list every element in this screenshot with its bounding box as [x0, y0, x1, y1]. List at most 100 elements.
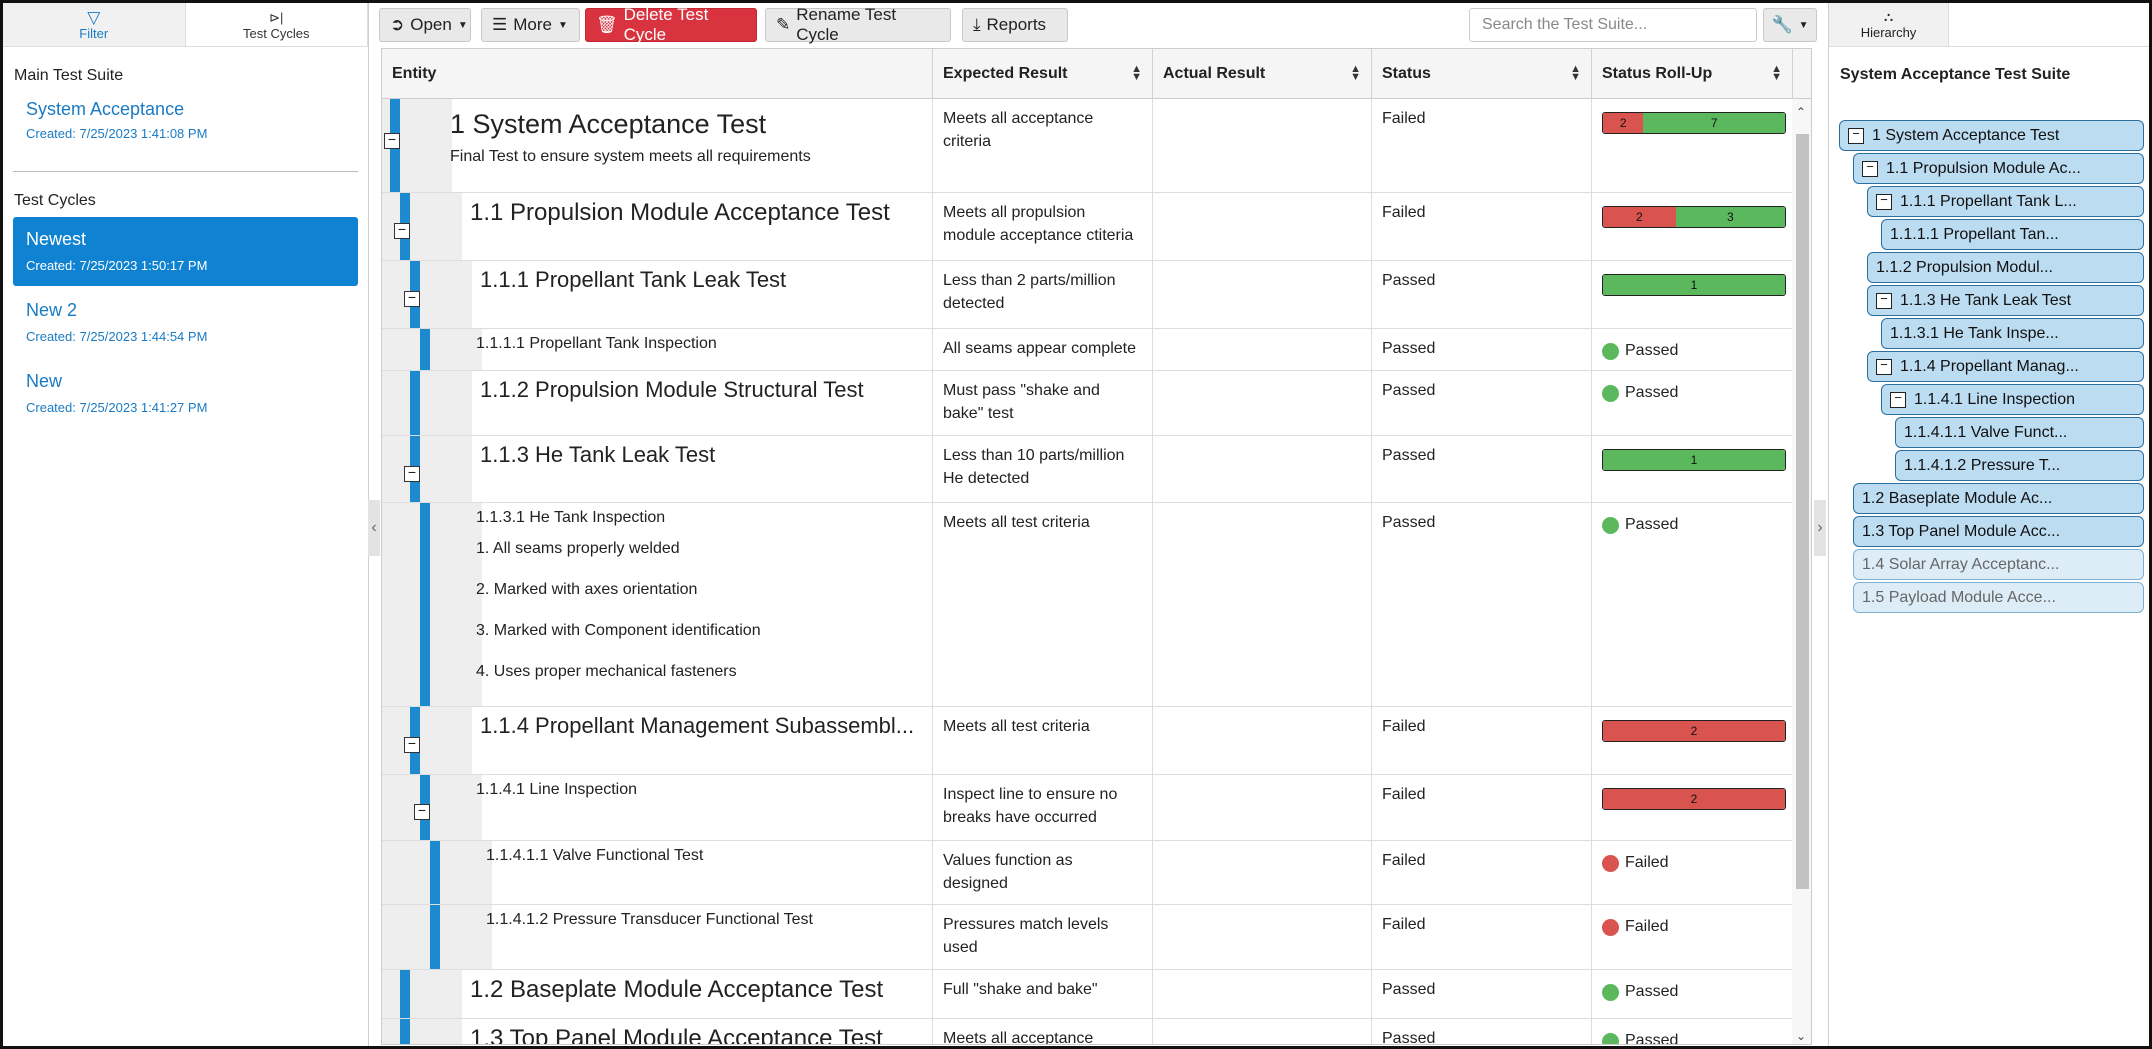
- collapse-toggle-icon[interactable]: −: [1876, 292, 1892, 309]
- table-row[interactable]: 1.1.3.1 He Tank Inspection 1. All seams p…: [382, 503, 1792, 707]
- col-status[interactable]: Status ▲ ▼: [1372, 49, 1592, 99]
- entity-name: 1.1.1 Propellant Tank Leak Test: [480, 267, 787, 292]
- tree-node[interactable]: 1.1.3.1 He Tank Inspe...: [1881, 318, 2144, 349]
- delete-test-cycle-button[interactable]: 🗑 Delete Test Cycle: [585, 5, 757, 44]
- cell-border: [1152, 503, 1153, 706]
- rollup-passed-segment: 1: [1603, 450, 1785, 470]
- tab-hierarchy[interactable]: ⛬ Hierarchy: [1829, 3, 1949, 46]
- tree-node[interactable]: 1.2 Baseplate Module Ac...: [1853, 483, 2144, 514]
- tree-node[interactable]: 1.1.1.1 Propellant Tan...: [1881, 219, 2144, 250]
- table-row[interactable]: − 1.1.4 Propellant Management Subassembl.…: [382, 707, 1792, 775]
- tree-node[interactable]: −1.1.3 He Tank Leak Test: [1867, 285, 2144, 316]
- tree-node[interactable]: −1.1 Propulsion Module Ac...: [1853, 153, 2144, 184]
- rollup-label: Passed: [1625, 1032, 1679, 1045]
- status-value[interactable]: Failed: [1382, 715, 1426, 738]
- expected-line: breaks have occurred: [943, 809, 1097, 826]
- rename-test-cycle-button[interactable]: ✎ Rename Test Cycle: [765, 5, 951, 44]
- table-row[interactable]: 1.2 Baseplate Module Acceptance Test Full…: [382, 970, 1792, 1019]
- table-row[interactable]: 1.1.1.1 Propellant Tank Inspection All se…: [382, 329, 1792, 371]
- scrollbar-thumb[interactable]: [1796, 134, 1809, 889]
- cycle-item-new[interactable]: New Created: 7/25/2023 1:41:27 PM: [13, 359, 358, 428]
- status-value[interactable]: Passed: [1382, 1027, 1435, 1044]
- status-value[interactable]: Failed: [1382, 107, 1426, 130]
- table-row[interactable]: 1.1.4.1.2 Pressure Transducer Functional…: [382, 905, 1792, 970]
- suite-link[interactable]: System Acceptance: [26, 99, 368, 120]
- search-input[interactable]: [1469, 8, 1757, 42]
- table-row[interactable]: − 1.1.4.1 Line Inspection Inspect line to …: [382, 775, 1792, 841]
- status-value[interactable]: Passed: [1382, 511, 1435, 534]
- collapse-toggle-icon[interactable]: −: [1862, 160, 1878, 177]
- expected-result: Meets all test criteria: [943, 715, 1090, 738]
- status-value[interactable]: Failed: [1382, 783, 1426, 806]
- status-value[interactable]: Passed: [1382, 978, 1435, 1001]
- reports-button[interactable]: ⤓ Reports: [962, 8, 1068, 42]
- tree-node[interactable]: −1 System Acceptance Test: [1839, 120, 2144, 151]
- status-value[interactable]: Failed: [1382, 849, 1426, 872]
- status-value[interactable]: Failed: [1382, 913, 1426, 936]
- cycle-item-new-2[interactable]: New 2 Created: 7/25/2023 1:44:54 PM: [13, 288, 358, 357]
- level-bar: [420, 503, 430, 706]
- tree-node[interactable]: 1.1.4.1.1 Valve Funct...: [1895, 417, 2144, 448]
- collapse-toggle-icon[interactable]: −: [404, 736, 420, 753]
- tree-node[interactable]: 1.5 Payload Module Acce...: [1853, 582, 2144, 613]
- collapse-toggle-icon[interactable]: −: [1876, 358, 1892, 375]
- scroll-down-icon[interactable]: ⌄: [1796, 1029, 1806, 1043]
- scroll-up-icon[interactable]: ⌃: [1796, 105, 1806, 119]
- collapse-toggle-icon[interactable]: −: [1848, 127, 1864, 144]
- expected-result: Meets all test criteria: [943, 511, 1090, 534]
- tree-node[interactable]: −1.1.4.1 Line Inspection: [1881, 384, 2144, 415]
- step-forward-icon: ⊳|: [269, 9, 284, 25]
- vertical-scrollbar[interactable]: ⌃ ⌄: [1792, 99, 1811, 1044]
- tree-node[interactable]: −1.1.1 Propellant Tank L...: [1867, 186, 2144, 217]
- rollup-status: Passed: [1602, 384, 1678, 402]
- tree-node-label: 1.1.4.1 Line Inspection: [1914, 390, 2076, 408]
- collapse-toggle-icon[interactable]: −: [384, 132, 400, 149]
- tab-test-cycles[interactable]: ⊳| Test Cycles: [185, 3, 368, 46]
- collapse-toggle-icon[interactable]: −: [394, 222, 410, 239]
- table-row[interactable]: − 1.1 Propulsion Module Acceptance Test Me…: [382, 193, 1792, 261]
- tree-node[interactable]: 1.1.4.1.2 Pressure T...: [1895, 450, 2144, 481]
- status-value[interactable]: Passed: [1382, 269, 1435, 292]
- collapse-toggle-icon[interactable]: −: [404, 290, 420, 307]
- caret-down-icon: ▼: [1798, 19, 1809, 31]
- rollup-label: Passed: [1625, 516, 1679, 533]
- collapse-toggle-icon[interactable]: −: [1890, 391, 1906, 408]
- cell-border: [932, 193, 933, 260]
- collapse-right-handle[interactable]: ›: [1814, 500, 1826, 556]
- chevron-left-icon: ‹: [371, 519, 377, 536]
- status-rollup: 2: [1592, 707, 1792, 774]
- cell-border: [1371, 99, 1372, 192]
- status-value[interactable]: Passed: [1382, 337, 1435, 360]
- tree-node[interactable]: 1.4 Solar Array Acceptanc...: [1853, 549, 2144, 580]
- table-row[interactable]: 1.3 Top Panel Module Acceptance Test Meet…: [382, 1019, 1792, 1045]
- col-actual-result[interactable]: Actual Result ▲ ▼: [1153, 49, 1372, 99]
- rollup-status: Failed: [1602, 854, 1669, 872]
- expected-result: Meets all acceptance criteria: [943, 107, 1093, 153]
- table-row[interactable]: 1.1.4.1.1 Valve Functional Test Values fu…: [382, 841, 1792, 905]
- status-value[interactable]: Passed: [1382, 379, 1435, 402]
- table-row[interactable]: − 1.1.1 Propellant Tank Leak Test Less tha…: [382, 261, 1792, 329]
- collapse-toggle-icon[interactable]: −: [1876, 193, 1892, 210]
- status-value[interactable]: Passed: [1382, 444, 1435, 467]
- status-value[interactable]: Failed: [1382, 201, 1426, 224]
- collapse-toggle-icon[interactable]: −: [414, 803, 430, 820]
- cycle-item-newest[interactable]: Newest Created: 7/25/2023 1:50:17 PM: [13, 217, 358, 286]
- table-row[interactable]: − 1 System Acceptance Test Final Test to e…: [382, 99, 1792, 193]
- col-status-rollup[interactable]: Status Roll-Up ▲ ▼: [1592, 49, 1793, 99]
- tab-filter[interactable]: ▽ Filter: [3, 3, 186, 46]
- more-button[interactable]: ☰ More ▼: [481, 8, 580, 42]
- test-step: 2. Marked with axes orientation: [476, 581, 698, 598]
- tree-node[interactable]: −1.1.4 Propellant Manag...: [1867, 351, 2144, 382]
- col-entity[interactable]: Entity: [382, 49, 933, 99]
- tree-node[interactable]: 1.1.2 Propulsion Modul...: [1867, 252, 2144, 283]
- col-expected-result[interactable]: Expected Result ▲ ▼: [933, 49, 1153, 99]
- open-button[interactable]: ➲ Open ▼: [379, 8, 471, 42]
- collapse-toggle-icon[interactable]: −: [404, 465, 420, 482]
- settings-button[interactable]: 🔧 ▼: [1763, 8, 1817, 42]
- table-row[interactable]: 1.1.2 Propulsion Module Structural Test M…: [382, 371, 1792, 436]
- status-dot-icon: [1602, 516, 1619, 534]
- more-label: More: [513, 15, 552, 34]
- collapse-left-handle[interactable]: ‹: [368, 500, 380, 556]
- tree-node[interactable]: 1.3 Top Panel Module Acc...: [1853, 516, 2144, 547]
- table-row[interactable]: − 1.1.3 He Tank Leak Test Less than 10 par…: [382, 436, 1792, 503]
